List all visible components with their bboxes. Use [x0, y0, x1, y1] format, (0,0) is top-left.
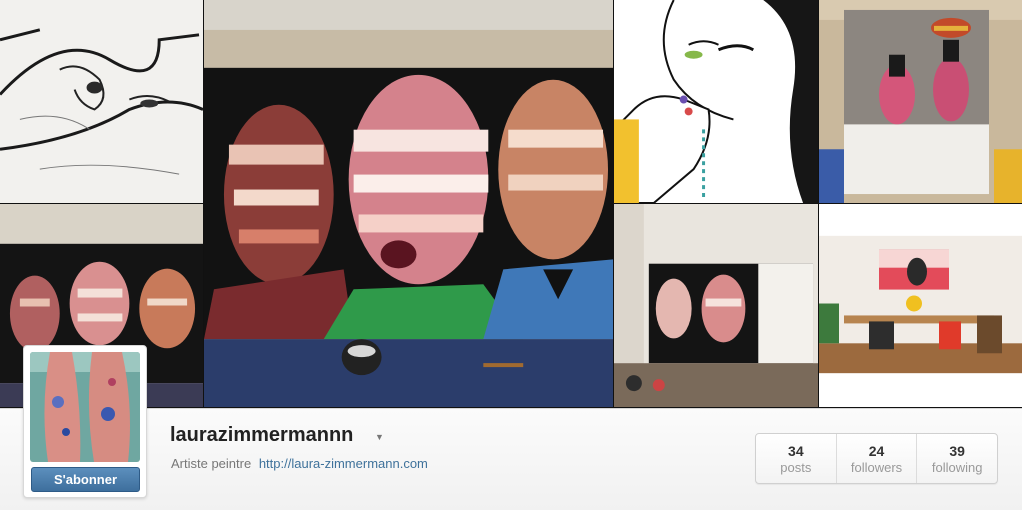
photo-painting-walking-women[interactable]: [819, 0, 1022, 204]
stats-box: 34 posts 24 followers 39 following: [755, 433, 998, 484]
website-link[interactable]: http://laura-zimmermann.com: [259, 456, 428, 471]
stat-value: 39: [949, 443, 965, 459]
stat-followers[interactable]: 24 followers: [837, 434, 918, 483]
photo-studio-canvas[interactable]: [614, 204, 819, 408]
photo-drawing-woman[interactable]: [614, 0, 819, 204]
follow-button[interactable]: S'abonner: [31, 467, 140, 492]
stat-value: 24: [868, 443, 885, 459]
stat-value: 34: [788, 443, 804, 459]
username[interactable]: laurazimmermannn: [170, 424, 353, 447]
caret-down-icon[interactable]: ▼: [375, 432, 384, 442]
stat-label: posts: [780, 460, 812, 475]
bio: Artiste peintre http://laura-zimmermann.…: [171, 456, 428, 471]
profile-page: S'abonner laurazimmermannn ▼ Artiste pei…: [0, 0, 1022, 510]
stat-following[interactable]: 39 following: [917, 434, 997, 483]
bio-text: Artiste peintre: [171, 456, 252, 471]
avatar-card: S'abonner: [23, 345, 147, 498]
stat-label: following: [931, 460, 983, 475]
photo-painting-three-men-large[interactable]: [204, 0, 614, 408]
photo-sketch-face[interactable]: [0, 0, 204, 204]
stat-posts[interactable]: 34 posts: [756, 434, 837, 483]
photo-dining-room[interactable]: [819, 204, 1022, 408]
avatar[interactable]: [30, 352, 140, 462]
stat-label: followers: [850, 460, 903, 475]
